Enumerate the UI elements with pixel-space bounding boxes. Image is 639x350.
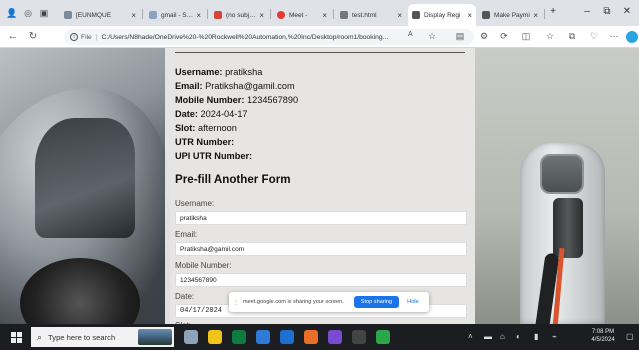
taskbar-clock[interactable]: 7:08 PM 4/5/2024 (585, 328, 621, 344)
tab-0[interactable]: [EUNMQUE × (60, 4, 140, 26)
taskbar-search[interactable]: ⌕ Type here to search (31, 327, 174, 347)
tab-favicon-icon (277, 11, 285, 19)
divider (175, 52, 465, 53)
file-explorer-icon[interactable] (208, 330, 222, 344)
app-icon-green[interactable] (232, 330, 246, 344)
close-tab-icon[interactable]: × (319, 11, 327, 20)
split-screen-icon[interactable]: ◫ (520, 31, 532, 42)
email-input[interactable]: Pratiksha@gamil.com (175, 242, 467, 256)
tab-label: test.html (352, 11, 377, 19)
clock-date: 4/5/2024 (591, 337, 615, 343)
info-slot: Slot: afternoon (175, 123, 237, 133)
tab-favicon-icon (340, 11, 348, 19)
volume-icon[interactable]: ◐ (516, 332, 521, 341)
search-highlight-image (138, 329, 172, 345)
tab-favicon-icon (482, 11, 490, 19)
taskbar-search-placeholder: Type here to search (48, 332, 116, 342)
tab-6[interactable]: Make Paymi × (478, 4, 542, 26)
address-scheme: File (81, 33, 92, 41)
notifications-icon[interactable]: ▢ (626, 332, 634, 341)
info-upi-utr: UPI UTR Number: (175, 151, 253, 161)
tab-favicon-icon (64, 11, 72, 19)
info-date: Date: 2024-04-17 (175, 109, 248, 119)
hide-button[interactable]: Hide (407, 299, 419, 305)
info-mobile: Mobile Number: 1234567890 (175, 95, 299, 105)
maximize-button[interactable]: ⧉ (600, 6, 614, 17)
date-label: Date: (175, 292, 195, 301)
drag-handle-icon[interactable]: ⋮ (233, 299, 239, 306)
mobile-label: Mobile Number: (175, 261, 232, 270)
teams-icon[interactable] (328, 330, 342, 344)
tab-1[interactable]: gmail - Sear × (145, 4, 205, 26)
collections-icon[interactable]: ⧉ (566, 31, 578, 42)
close-tab-icon[interactable]: × (530, 11, 538, 20)
share-message: meet.google.com is sharing your screen. (243, 299, 344, 305)
language-icon[interactable]: ⌁ (552, 332, 557, 341)
tab-favicon-icon (149, 11, 157, 19)
tab-favicon-icon (214, 11, 222, 19)
tab-label: (no subject) (226, 11, 256, 19)
tab-favicon-icon (412, 11, 420, 19)
info-username: Username: pratiksha (175, 67, 263, 77)
more-menu-icon[interactable]: ⋯ (608, 31, 620, 42)
tab-actions-icon[interactable]: ▣ (38, 7, 50, 19)
info-email: Email: Pratiksha@gamil.com (175, 81, 295, 91)
mobile-input[interactable]: 1234567890 (175, 273, 467, 287)
close-tab-icon[interactable]: × (193, 11, 201, 20)
windows-start-icon[interactable] (11, 332, 22, 343)
favorites-icon[interactable]: ☆ (544, 31, 556, 42)
browser-toolbar: ← ↻ i File | C:/Users/N8hade/OneDrive%20… (0, 26, 639, 48)
close-tab-icon[interactable]: × (128, 11, 136, 20)
tab-label: [EUNMQUE (76, 11, 112, 19)
tab-4[interactable]: test.html × (336, 4, 406, 26)
tab-label: Make Paymi (494, 11, 530, 19)
close-tab-icon[interactable]: × (394, 11, 402, 20)
username-input[interactable]: pratiksha (175, 211, 467, 225)
refresh-page-icon[interactable]: ⟳ (498, 31, 510, 42)
clock-time: 7:08 PM (591, 329, 615, 335)
username-label: Username: (175, 199, 215, 208)
read-aloud-icon[interactable]: A (408, 31, 413, 38)
app-icon-orange[interactable] (304, 330, 318, 344)
stop-sharing-button[interactable]: Stop sharing (353, 296, 400, 308)
screen-share-bar: ⋮ meet.google.com is sharing your screen… (229, 292, 429, 312)
prefill-heading: Pre-fill Another Form (175, 173, 291, 186)
tray-chevron-icon[interactable]: ˄ (468, 332, 473, 341)
edge-icon[interactable] (256, 330, 270, 344)
new-tab-button[interactable]: + (546, 6, 560, 17)
back-icon[interactable]: ← (6, 30, 20, 42)
reload-icon[interactable]: ↻ (26, 31, 40, 42)
app-icon-dark[interactable] (352, 330, 366, 344)
app-icon-chrome[interactable] (376, 330, 390, 344)
close-tab-icon[interactable]: × (256, 11, 264, 20)
close-tab-icon[interactable]: × (464, 11, 472, 20)
outlook-icon[interactable] (280, 330, 294, 344)
tab-3[interactable]: Meet - × (273, 4, 331, 26)
email-label: Email: (175, 230, 198, 239)
tray-app-icon[interactable]: ▬ (484, 332, 492, 341)
tab-label: gmail - Sear (161, 11, 194, 19)
address-url: C:/Users/N8hade/OneDrive%20-%20Rockwell%… (101, 33, 389, 41)
site-info-icon[interactable]: i (70, 33, 78, 41)
browser-essentials-icon[interactable]: ♡ (588, 31, 600, 42)
battery-icon[interactable]: ▮ (534, 332, 538, 341)
network-icon[interactable]: ⌂ (500, 332, 505, 341)
tab-2[interactable]: (no subject) × (210, 4, 268, 26)
favorite-star-icon[interactable]: ☆ (428, 31, 436, 42)
close-window-button[interactable]: ✕ (620, 6, 634, 17)
minimize-button[interactable]: – (580, 6, 594, 17)
tab-label: Display Regi (424, 11, 461, 19)
settings-icon[interactable]: ⚙ (478, 31, 490, 42)
copilot-icon[interactable] (626, 31, 638, 43)
search-icon: ⌕ (37, 331, 43, 342)
info-utr: UTR Number: (175, 137, 235, 147)
tab-5-active[interactable]: Display Regi × (408, 4, 476, 26)
task-view-icon[interactable] (184, 330, 198, 344)
windows-taskbar: ⌕ Type here to search ˄ ▬ ⌂ ◐ ▮ ⌁ 7:08 P… (0, 324, 639, 350)
workspaces-icon[interactable]: ◎ (22, 7, 34, 19)
tab-label: Meet - (289, 11, 308, 19)
extensions-icon[interactable]: ▤ (454, 31, 466, 42)
browser-tab-strip: 👤 ◎ ▣ [EUNMQUE × gmail - Sear × (no subj… (0, 0, 639, 26)
profile-icon[interactable]: 👤 (6, 7, 18, 19)
